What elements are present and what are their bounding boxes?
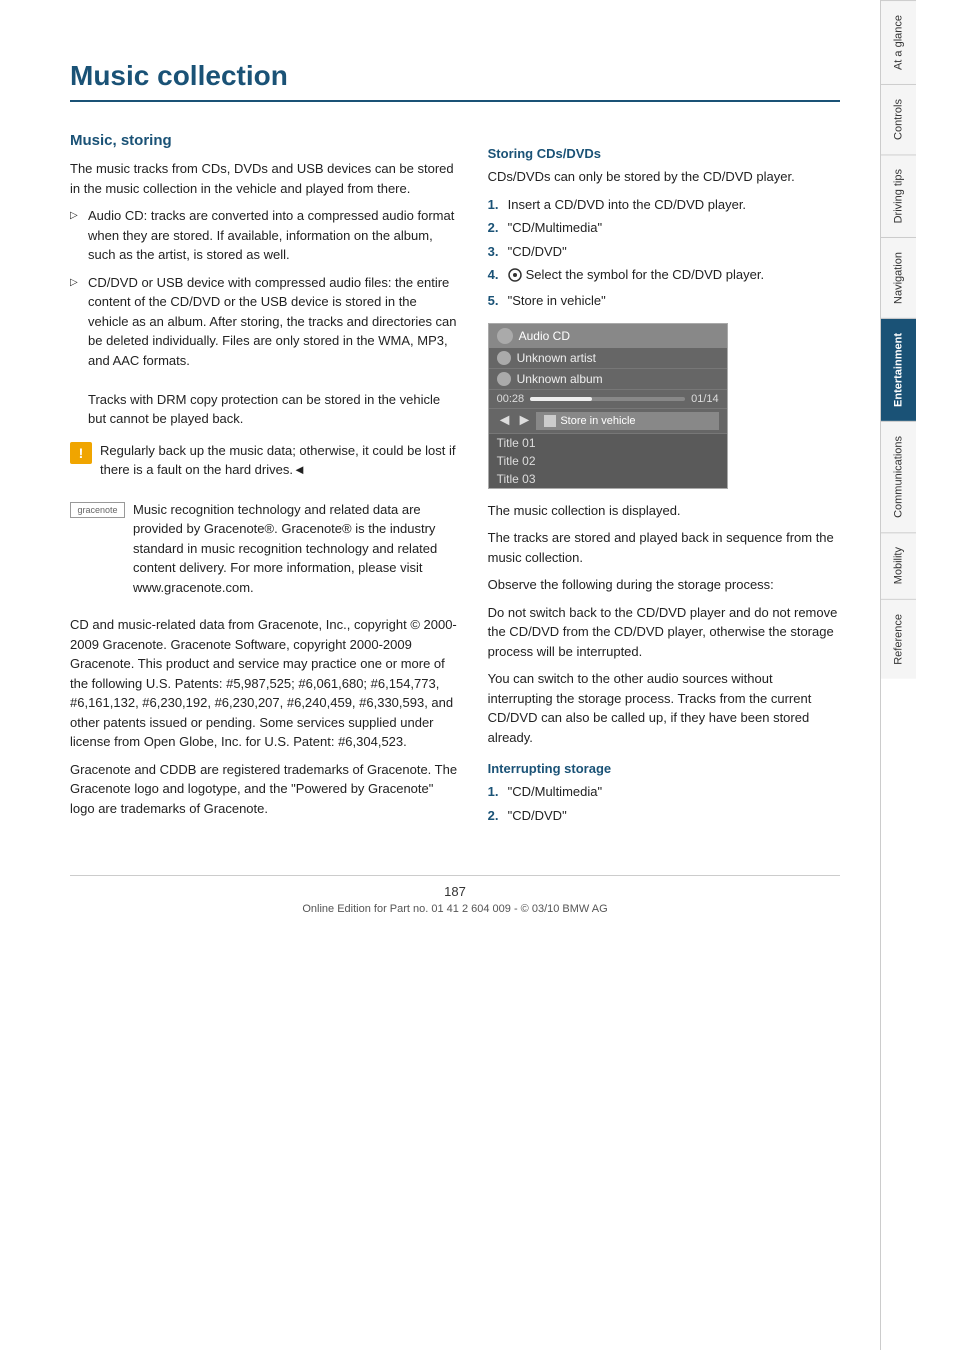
progress-bar (530, 397, 685, 401)
step-4: 4. Select the symbol for the CD/DVD play… (488, 265, 840, 287)
tab-navigation[interactable]: Navigation (881, 237, 916, 318)
left-column: Music, storing The music tracks from CDs… (70, 132, 458, 835)
tab-communications[interactable]: Communications (881, 421, 916, 532)
interrupt-step-2: 2."CD/DVD" (488, 806, 840, 826)
store-button[interactable]: Store in vehicle (536, 412, 718, 430)
step-2: 2."CD/Multimedia" (488, 218, 840, 238)
interrupt-title: Interrupting storage (488, 761, 840, 776)
tab-mobility[interactable]: Mobility (881, 532, 916, 598)
tab-controls[interactable]: Controls (881, 84, 916, 154)
progress-row: 00:28 01/14 (489, 390, 727, 409)
trademark-text: Gracenote and CDDB are registered tradem… (70, 760, 458, 819)
step-1: 1.Insert a CD/DVD into the CD/DVD player… (488, 195, 840, 215)
music-storing-title: Music, storing (70, 132, 458, 149)
copyright-text: CD and music-related data from Gracenote… (70, 615, 458, 752)
album-icon (497, 372, 511, 386)
bullet-list: Audio CD: tracks are converted into a co… (70, 206, 458, 429)
observe-text-2: You can switch to the other audio source… (488, 669, 840, 747)
tab-reference[interactable]: Reference (881, 599, 916, 679)
title-row-1: Title 01 (489, 434, 727, 452)
right-column: Storing CDs/DVDs CDs/DVDs can only be st… (488, 132, 840, 835)
page-title: Music collection (70, 60, 840, 102)
artist-icon (497, 351, 511, 365)
gracenote-text: Music recognition technology and related… (133, 500, 458, 598)
store-icon (544, 415, 556, 427)
warning-icon: ! (70, 442, 92, 464)
cd-player-symbol-icon (508, 268, 522, 282)
after-store-text-1: The music collection is displayed. (488, 501, 840, 521)
intro-text: The music tracks from CDs, DVDs and USB … (70, 159, 458, 198)
step-5: 5."Store in vehicle" (488, 291, 840, 311)
warning-box: ! Regularly back up the music data; othe… (70, 441, 458, 488)
footer-text: Online Edition for Part no. 01 41 2 604 … (70, 903, 840, 915)
bullet-item-2: CD/DVD or USB device with compressed aud… (70, 273, 458, 429)
cd-header-icon (497, 328, 513, 344)
storing-cds-title: Storing CDs/DVDs (488, 146, 840, 161)
tab-entertainment[interactable]: Entertainment (881, 318, 916, 421)
tab-navigation: At a glance Controls Driving tips Naviga… (880, 0, 916, 1350)
cd-player-display: Audio CD Unknown artist Unknown album 00… (488, 323, 728, 489)
page-footer: 187 Online Edition for Part no. 01 41 2 … (70, 875, 840, 915)
gracenote-box: gracenote Music recognition technology a… (70, 500, 458, 606)
observe-text-1: Do not switch back to the CD/DVD player … (488, 603, 840, 662)
cd-header: Audio CD (489, 324, 727, 348)
warning-text: Regularly back up the music data; otherw… (100, 441, 458, 480)
controls-row: ◄ ► Store in vehicle (489, 409, 727, 434)
interrupt-step-1: 1."CD/Multimedia" (488, 782, 840, 802)
tab-at-a-glance[interactable]: At a glance (881, 0, 916, 84)
album-row: Unknown album (489, 369, 727, 390)
interrupt-steps-list: 1."CD/Multimedia" 2."CD/DVD" (488, 782, 840, 825)
observe-title: Observe the following during the storage… (488, 575, 840, 595)
page-number: 187 (70, 884, 840, 899)
storing-steps-list: 1.Insert a CD/DVD into the CD/DVD player… (488, 195, 840, 311)
title-row-2: Title 02 (489, 452, 727, 470)
next-icon: ► (516, 412, 532, 430)
gracenote-logo: gracenote (70, 502, 125, 518)
artist-row: Unknown artist (489, 348, 727, 369)
bullet-item-1: Audio CD: tracks are converted into a co… (70, 206, 458, 265)
progress-bar-fill (530, 397, 592, 401)
storing-cds-intro: CDs/DVDs can only be stored by the CD/DV… (488, 167, 840, 187)
title-row-3: Title 03 (489, 470, 727, 488)
step-3: 3."CD/DVD" (488, 242, 840, 262)
after-store-text-2: The tracks are stored and played back in… (488, 528, 840, 567)
tab-driving-tips[interactable]: Driving tips (881, 154, 916, 237)
prev-icon: ◄ (497, 412, 513, 430)
